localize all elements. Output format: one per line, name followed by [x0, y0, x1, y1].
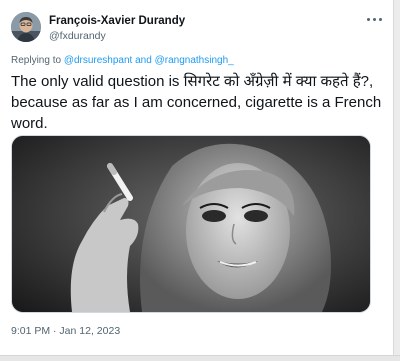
avatar[interactable]: [11, 12, 41, 42]
window-frame-right: [393, 0, 400, 361]
mention-joiner[interactable]: and: [132, 55, 154, 66]
photo-woman-with-cigarette: [12, 136, 370, 312]
replying-to: Replying to @drsureshpant and @rangnaths…: [11, 55, 234, 66]
mention-rangnathsingh[interactable]: @rangnathsingh_: [155, 55, 234, 66]
tweet-photo[interactable]: [11, 135, 371, 313]
tweet: François-Xavier Durandy @fxdurandy Reply…: [0, 0, 393, 355]
author-name[interactable]: François-Xavier Durandy: [49, 15, 185, 27]
tweet-text: The only valid question is सिगरेट को अँग…: [11, 73, 382, 132]
mention-drsureshpant[interactable]: @drsureshpant: [64, 55, 133, 66]
window-frame-bottom: [0, 355, 400, 361]
more-dots-icon[interactable]: [364, 12, 384, 26]
tweet-timestamp[interactable]: 9:01 PM · Jan 12, 2023: [11, 325, 120, 337]
avatar-photo: [11, 12, 41, 42]
replying-prefix: Replying to: [11, 55, 64, 66]
author-handle[interactable]: @fxdurandy: [49, 30, 106, 42]
